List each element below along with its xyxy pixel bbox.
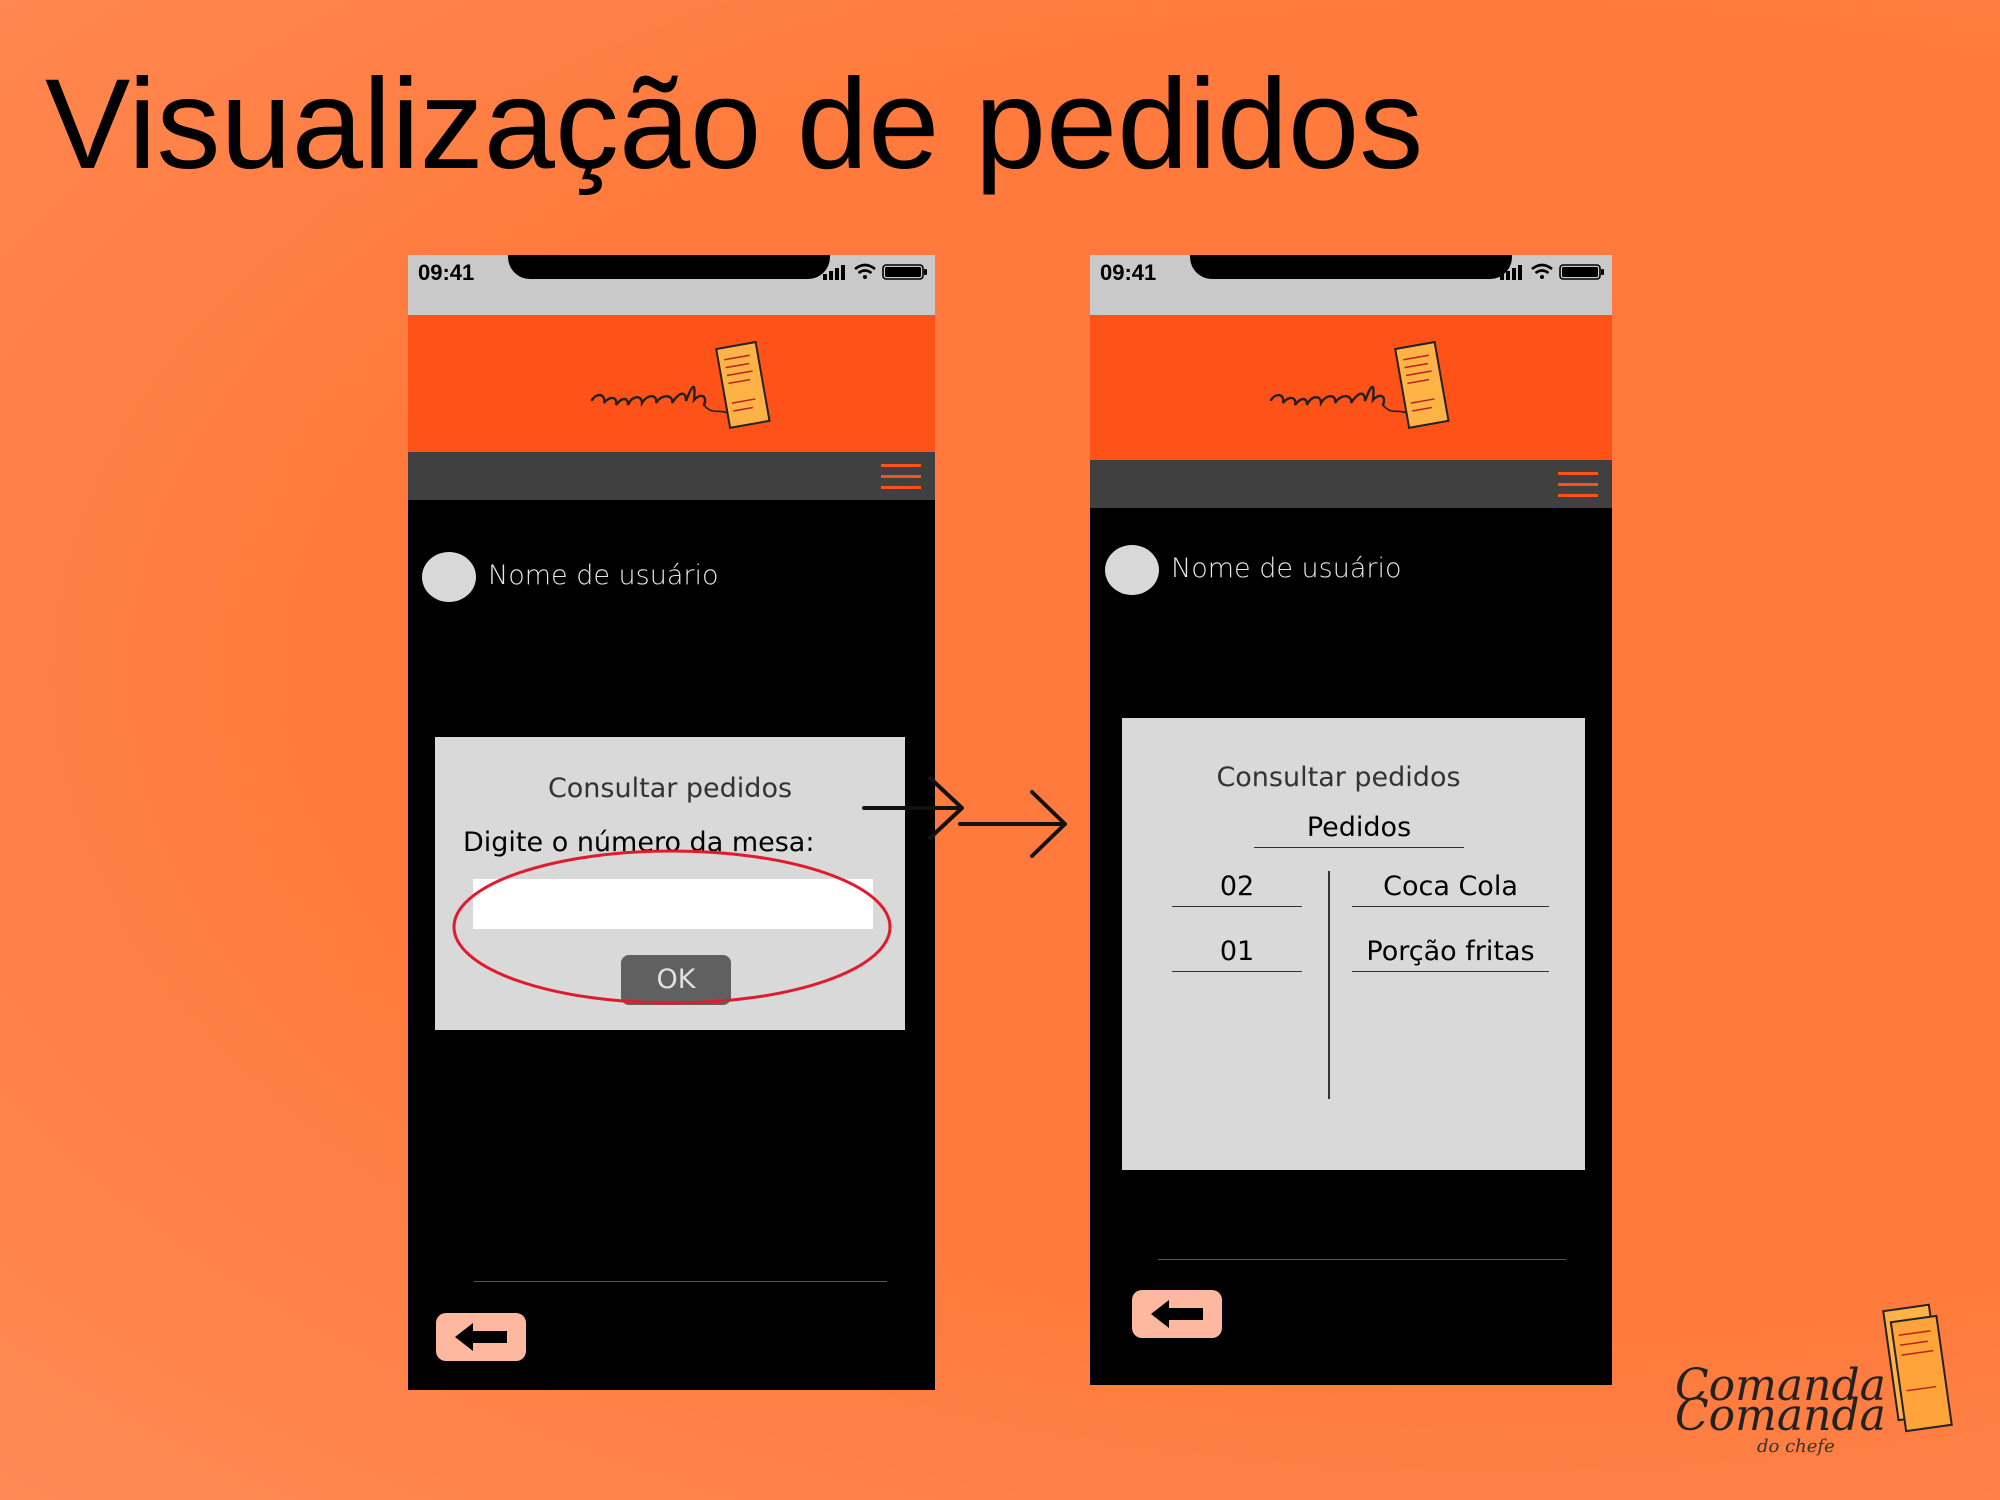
app-header xyxy=(1090,315,1612,460)
status-bar: 09:41 xyxy=(1090,255,1612,315)
user-name: Nome de usuário xyxy=(488,560,719,591)
wifi-icon xyxy=(854,263,876,279)
app-header xyxy=(408,315,935,452)
flow-arrow-icon xyxy=(862,776,1067,858)
hamburger-menu-icon[interactable] xyxy=(1558,472,1598,498)
column-divider xyxy=(1328,871,1330,1099)
status-time: 09:41 xyxy=(1100,260,1157,285)
comanda-logo xyxy=(1269,340,1450,429)
phone-screen-lookup: 09:41 Nome de usuário Consultar pedidos … xyxy=(408,255,935,1390)
orders-heading: Pedidos xyxy=(1254,812,1464,848)
back-arrow-icon xyxy=(455,1323,507,1351)
brand-logo: Comanda Comanda do chefe xyxy=(1675,1303,1953,1457)
avatar[interactable] xyxy=(422,552,476,602)
wifi-icon xyxy=(1531,263,1553,279)
orders-dialog: Consultar pedidos Pedidos 02 Coca Cola 0… xyxy=(1122,718,1585,1170)
highlight-ellipse xyxy=(452,849,892,1005)
back-button[interactable] xyxy=(1132,1290,1222,1338)
order-item: Porção fritas xyxy=(1352,936,1549,972)
phone-notch xyxy=(508,255,830,279)
signal-icon xyxy=(1500,265,1522,280)
bottom-divider xyxy=(1158,1259,1566,1260)
status-icons xyxy=(823,263,927,280)
battery-icon xyxy=(882,264,927,280)
battery-icon xyxy=(1559,264,1604,280)
comanda-logo xyxy=(590,340,771,429)
dialog-title: Consultar pedidos xyxy=(1216,762,1461,793)
bottom-divider xyxy=(474,1281,887,1282)
brand-logo-subtext: do chefe xyxy=(1757,1436,1835,1457)
back-arrow-icon xyxy=(1151,1300,1203,1328)
order-qty: 02 xyxy=(1172,871,1302,907)
order-qty: 01 xyxy=(1172,936,1302,972)
avatar[interactable] xyxy=(1105,545,1159,595)
dialog-title: Consultar pedidos xyxy=(547,773,793,804)
consult-orders-dialog: Consultar pedidos Digite o número da mes… xyxy=(435,737,905,1030)
slide-title: Visualização de pedidos xyxy=(45,53,1424,196)
status-bar: 09:41 xyxy=(408,255,935,315)
brand-logo-text: Comanda xyxy=(1675,1390,1886,1441)
nav-bar xyxy=(1090,460,1612,508)
user-name: Nome de usuário xyxy=(1171,553,1402,584)
signal-icon xyxy=(823,265,845,280)
order-item: Coca Cola xyxy=(1352,871,1549,907)
nav-bar xyxy=(408,452,935,500)
phone-screen-orders: 09:41 Nome de usuário Consultar pedidos … xyxy=(1090,255,1612,1385)
status-icons xyxy=(1500,263,1604,280)
back-button[interactable] xyxy=(436,1313,526,1361)
hamburger-menu-icon[interactable] xyxy=(881,464,921,490)
status-time: 09:41 xyxy=(418,260,475,285)
phone-notch xyxy=(1190,255,1512,279)
